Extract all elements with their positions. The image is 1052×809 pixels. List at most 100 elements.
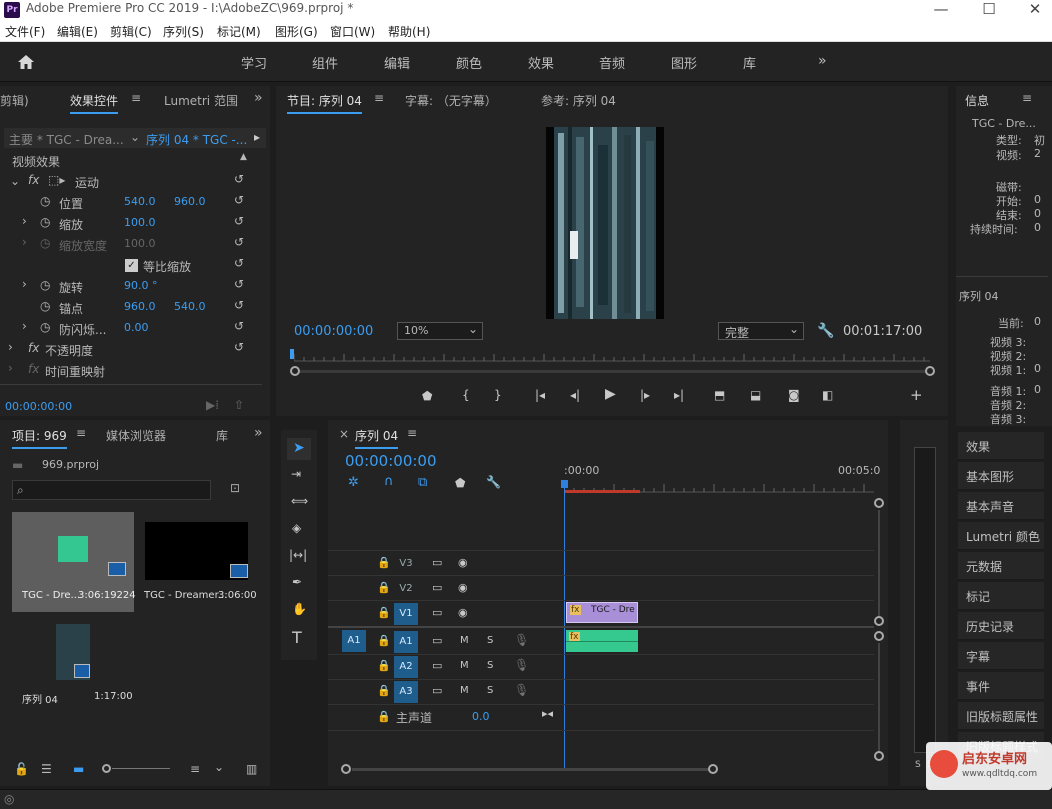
tab-libraries[interactable]: 库 xyxy=(216,427,228,444)
add-button-icon[interactable]: + xyxy=(910,388,923,403)
mute-button[interactable]: M xyxy=(460,636,469,646)
menu-help[interactable]: 帮助(H) xyxy=(388,23,430,40)
tab-captions[interactable]: 字幕: （无字幕） xyxy=(405,92,497,109)
sync-lock-icon[interactable]: ▭ xyxy=(432,607,442,618)
vscroll-track[interactable] xyxy=(878,510,880,616)
anchor-y-value[interactable]: 540.0 xyxy=(174,300,206,313)
step-back-icon[interactable]: ◂| xyxy=(570,389,580,401)
collapse-icon[interactable]: ▲ xyxy=(240,152,247,162)
track-lock-icon[interactable]: 🔒 xyxy=(377,660,391,671)
go-to-out-icon[interactable]: ▸| xyxy=(674,389,684,401)
workspace-assembly[interactable]: 组件 xyxy=(312,53,338,72)
menu-graphics[interactable]: 图形(G) xyxy=(275,23,318,40)
linked-selection-icon[interactable]: ⧉ xyxy=(418,476,427,489)
expand-icon[interactable]: › xyxy=(8,340,13,354)
flicker-value[interactable]: 0.00 xyxy=(124,321,149,334)
project-item[interactable]: TGC - Dreamer... 3:06:00 xyxy=(140,512,262,612)
hand-icon[interactable]: ✋ xyxy=(292,603,307,615)
lift-icon[interactable]: ⬒ xyxy=(714,389,725,401)
stopwatch-icon[interactable]: ◷ xyxy=(40,194,50,208)
fx-icon[interactable]: fx xyxy=(28,173,39,187)
panel-effects[interactable]: 效果 xyxy=(958,432,1044,460)
track-label-a2[interactable]: A2 xyxy=(394,656,418,678)
track-lock-icon[interactable]: 🔒 xyxy=(377,557,391,568)
zoom-scrollbar[interactable] xyxy=(300,370,926,373)
solo-button[interactable]: S xyxy=(487,661,493,671)
zoom-handle-right[interactable] xyxy=(925,366,935,376)
vscroll-handle-bottom[interactable] xyxy=(874,616,884,626)
tab-lumetri-scopes[interactable]: Lumetri 范围 xyxy=(164,92,238,109)
playhead-handle[interactable] xyxy=(561,480,568,488)
panel-menu-icon[interactable]: ≡ xyxy=(1022,91,1032,105)
reset-icon[interactable]: ↺ xyxy=(234,298,244,312)
microphone-icon[interactable]: 🎙 xyxy=(514,659,529,671)
expand-icon[interactable]: › xyxy=(22,319,27,333)
panel-essential-sound[interactable]: 基本声音 xyxy=(958,492,1044,520)
stopwatch-icon[interactable]: ◷ xyxy=(40,320,50,334)
workspace-effects[interactable]: 效果 xyxy=(528,53,554,72)
tab-media-browser[interactable]: 媒体浏览器 xyxy=(106,427,166,444)
panel-menu-icon[interactable]: ≡ xyxy=(76,426,86,440)
pen-icon[interactable]: ✒ xyxy=(292,576,302,588)
new-bin-search-icon[interactable]: ⊡ xyxy=(230,481,240,495)
mark-out-icon[interactable]: } xyxy=(494,389,502,401)
sync-lock-icon[interactable]: ▭ xyxy=(432,685,442,696)
type-icon[interactable]: T xyxy=(292,630,302,646)
stopwatch-icon[interactable]: ◷ xyxy=(40,299,50,313)
reset-icon[interactable]: ↺ xyxy=(234,214,244,228)
expand-icon[interactable]: ⌄ xyxy=(10,174,20,188)
panel-events[interactable]: 事件 xyxy=(958,672,1044,700)
chevron-down-icon[interactable]: ⌄ xyxy=(214,760,224,774)
work-area-bar[interactable] xyxy=(564,490,640,493)
project-item[interactable]: 序列 04 1:17:00 xyxy=(12,616,134,716)
playhead-line[interactable] xyxy=(564,480,565,770)
menu-edit[interactable]: 编辑(E) xyxy=(57,23,98,40)
workspace-overflow-icon[interactable]: » xyxy=(818,53,827,69)
menu-sequence[interactable]: 序列(S) xyxy=(163,23,204,40)
workspace-editing[interactable]: 编辑 xyxy=(384,53,410,72)
stopwatch-icon[interactable]: ◷ xyxy=(40,215,50,229)
export-icon[interactable]: ⇧ xyxy=(234,398,244,412)
zoom-slider-handle[interactable] xyxy=(102,764,111,773)
vscroll-audio-bottom[interactable] xyxy=(874,751,884,761)
wrench-icon[interactable]: 🔧 xyxy=(817,323,834,339)
track-lock-icon[interactable]: 🔒 xyxy=(377,607,391,618)
audio-clip[interactable]: fx xyxy=(566,630,638,652)
selection-tool[interactable]: ➤ xyxy=(287,438,311,460)
timeline-timecode[interactable]: 00:00:00:00 xyxy=(345,452,437,470)
rotation-value[interactable]: 90.0 ° xyxy=(124,279,158,292)
tab-overflow-icon[interactable]: » xyxy=(254,90,263,106)
track-label-a3[interactable]: A3 xyxy=(394,681,418,703)
track-label-v1[interactable]: V1 xyxy=(394,603,418,625)
vscroll-audio-track[interactable] xyxy=(878,643,880,751)
info-title[interactable]: 信息 xyxy=(965,92,989,109)
hscroll-handle-left[interactable] xyxy=(341,764,351,774)
menu-clip[interactable]: 剪辑(C) xyxy=(110,23,152,40)
razor-icon[interactable]: ◈ xyxy=(292,522,301,534)
scale-value[interactable]: 100.0 xyxy=(124,216,156,229)
video-preview[interactable] xyxy=(546,127,664,319)
minimize-button[interactable]: — xyxy=(918,0,964,20)
workspace-audio[interactable]: 音频 xyxy=(599,53,625,72)
panel-essential-graphics[interactable]: 基本图形 xyxy=(958,462,1044,490)
panel-menu-icon[interactable]: ≡ xyxy=(374,91,384,105)
panel-history[interactable]: 历史记录 xyxy=(958,612,1044,640)
expand-icon[interactable]: › xyxy=(22,214,27,228)
reset-icon[interactable]: ↺ xyxy=(234,319,244,333)
stopwatch-icon[interactable]: ◷ xyxy=(40,278,50,292)
mute-button[interactable]: M xyxy=(460,686,469,696)
ripple-edit-icon[interactable]: ⟺ xyxy=(291,495,308,507)
expand-icon[interactable]: › xyxy=(8,361,13,375)
transform-icon[interactable]: ⬚▸ xyxy=(48,173,65,187)
comparison-view-icon[interactable]: ◧ xyxy=(822,389,833,401)
panel-markers[interactable]: 标记 xyxy=(958,582,1044,610)
camera-icon[interactable]: ◙ xyxy=(788,389,800,401)
master-volume-value[interactable]: 0.0 xyxy=(472,710,490,723)
panel-legacy-title-properties[interactable]: 旧版标题属性 xyxy=(958,702,1044,730)
workspace-learn[interactable]: 学习 xyxy=(241,53,267,72)
sequence-clip-label[interactable]: 序列 04 * TGC -... xyxy=(146,131,247,148)
mark-in-icon[interactable]: { xyxy=(462,389,470,401)
sync-lock-icon[interactable]: ▭ xyxy=(432,557,442,568)
tab-sequence[interactable]: 序列 04 xyxy=(355,427,399,449)
program-timecode[interactable]: 00:00:00:00 xyxy=(294,324,373,339)
